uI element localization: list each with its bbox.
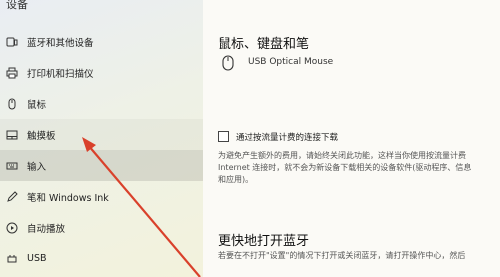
main-content: 鼠标、键盘和笔 USB Optical Mouse 通过按流量计费的连接下载 为… <box>203 0 500 277</box>
metered-download-checkbox[interactable] <box>218 131 229 142</box>
desc-line: 和应用)。 <box>218 175 254 184</box>
sidebar-item-bluetooth[interactable]: 蓝牙和其他设备 <box>0 26 203 57</box>
sidebar-item-pen[interactable]: 笔和 Windows Ink <box>0 181 203 212</box>
pen-icon <box>5 190 19 204</box>
sidebar: 设备 蓝牙和其他设备 打印机和扫描仪 鼠标 触摸板 输入 笔和 Windows … <box>0 0 203 277</box>
bluetooth-description: 若要在不打开"设置"的情况下打开或关闭蓝牙，请打开操作中心，然后 <box>218 251 466 260</box>
sidebar-item-label: 打印机和扫描仪 <box>27 68 94 80</box>
sidebar-item-input[interactable]: 输入 <box>0 150 203 181</box>
metered-description: 为避免产生额外的费用，请始终关闭此功能，这样当你使用按流量计费 Internet… <box>218 150 500 186</box>
sidebar-item-usb[interactable]: USB <box>0 243 203 274</box>
sidebar-item-label: 鼠标 <box>27 99 47 111</box>
mouse-icon <box>5 97 19 111</box>
keyboard-icon <box>5 159 19 173</box>
touchpad-icon <box>5 128 19 142</box>
section-title-devices: 鼠标、键盘和笔 <box>218 37 310 52</box>
usb-icon <box>5 252 19 266</box>
sidebar-item-printers[interactable]: 打印机和扫描仪 <box>0 57 203 88</box>
desc-line: Internet 连接时，就不会为新设备下载相关的设备软件(驱动程序、信息 <box>218 163 472 172</box>
sidebar-item-label: 触摸板 <box>27 130 56 142</box>
sidebar-item-autoplay[interactable]: 自动播放 <box>0 212 203 243</box>
sidebar-item-label: 笔和 Windows Ink <box>27 192 109 204</box>
sidebar-item-label: 输入 <box>27 161 47 173</box>
sidebar-item-touchpad[interactable]: 触摸板 <box>0 119 203 150</box>
device-name: USB Optical Mouse <box>248 57 334 67</box>
section-title-bluetooth: 更快地打开蓝牙 <box>218 234 310 249</box>
printer-icon <box>5 66 19 80</box>
metered-download-label: 通过按流量计费的连接下载 <box>236 133 339 143</box>
sidebar-item-label: 自动播放 <box>27 223 66 235</box>
bluetooth-devices-icon <box>5 35 19 49</box>
sidebar-item-mouse[interactable]: 鼠标 <box>0 88 203 119</box>
sidebar-item-label: 蓝牙和其他设备 <box>27 37 94 49</box>
autoplay-icon <box>5 221 19 235</box>
mouse-device-icon <box>222 55 234 75</box>
sidebar-title: 设备 <box>6 0 28 11</box>
sidebar-item-label: USB <box>27 253 47 264</box>
desc-line: 为避免产生额外的费用，请始终关闭此功能，这样当你使用按流量计费 <box>218 151 466 160</box>
